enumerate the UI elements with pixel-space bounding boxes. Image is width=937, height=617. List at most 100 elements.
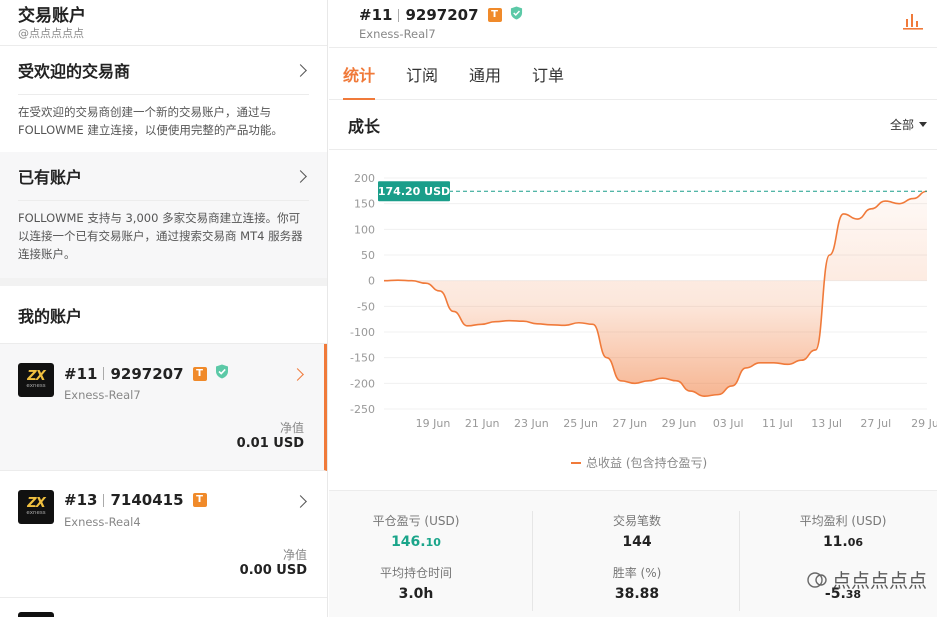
net-value-label: 净值 [279, 421, 304, 435]
x-tick-label: 27 Jun [612, 417, 647, 430]
x-tick-label: 23 Jun [514, 417, 549, 430]
winrate-label: 胜率 (%) [612, 566, 662, 580]
bar-chart-icon[interactable] [903, 12, 923, 34]
watermark: 点点点点点 [806, 566, 927, 593]
account-item[interactable]: ZX exness #13 7140415 T Exness-Real4 净值 … [0, 471, 327, 598]
closed-pl-label: 平仓盈亏 (USD) [372, 514, 460, 528]
my-accounts-header: 我的账户 [0, 286, 327, 344]
y-tick-label: 0 [368, 275, 375, 288]
y-tick-label: -100 [350, 326, 375, 339]
y-tick-label: 150 [354, 198, 375, 211]
chevron-right-icon [294, 169, 307, 183]
watermark-text: 点点点点点 [831, 570, 927, 592]
account-number: 7140415 [110, 491, 184, 509]
divider [739, 511, 740, 611]
growth-chart: 200 150 100 50 0 -50 -100 -150 -200 -250 19 Jun 21 … [329, 152, 937, 487]
divider [532, 511, 533, 611]
popular-brokers-section[interactable]: 受欢迎的交易商 在受欢迎的交易商创建一个新的交易账户，通过与 FOLLOWME … [0, 46, 327, 152]
x-tick-label: 29 Ju [911, 417, 937, 430]
exness-logo-icon: ZX exness [18, 490, 54, 524]
x-tick-label: 19 Jun [416, 417, 451, 430]
tab-orders[interactable]: 订单 [532, 48, 564, 100]
legend-label: 总收益 (包含持仓盈亏) [586, 455, 707, 470]
y-tick-label: 50 [361, 249, 375, 262]
avg-hold-value: 3.0h [398, 586, 434, 602]
x-tick-label: 27 Jul [860, 417, 891, 430]
x-tick-label: 21 Jun [465, 417, 500, 430]
y-tick-label: 200 [354, 172, 375, 185]
trades-label: 交易笔数 [612, 514, 661, 528]
account-server: Exness-Real7 [64, 388, 141, 402]
watermark-logo-icon [807, 571, 827, 588]
growth-title: 成长 [348, 116, 381, 136]
avg-profit-label: 平均盈利 (USD) [799, 514, 887, 528]
avg-hold-stat: 平均持仓时间 3.0h [326, 564, 506, 602]
section-gap [0, 278, 327, 286]
account-detail-panel: #11 9297207 T Exness-Real7 统计 订阅 通用 订单 成… [329, 0, 937, 617]
separator [103, 493, 105, 507]
account-number: 9297207 [110, 364, 184, 383]
detail-header: #11 9297207 T Exness-Real7 [329, 0, 937, 48]
tab-general[interactable]: 通用 [469, 48, 501, 100]
stats-panel: 平仓盈亏 (USD) 146.10 交易笔数 144 平均盈利 (USD) 11… [329, 490, 937, 617]
y-tick-label: -250 [350, 403, 375, 416]
trades-stat: 交易笔数 144 [547, 512, 727, 550]
accounts-header: 交易账户 @点点点点点 [0, 0, 327, 46]
chevron-right-icon [294, 495, 307, 508]
closed-pl-value: 146.10 [391, 534, 441, 550]
avg-profit-value: 11.06 [822, 534, 864, 550]
x-tick-label: 29 Jun [662, 417, 697, 430]
detail-account-number: 9297207 [405, 6, 479, 24]
trader-badge: T [487, 8, 502, 22]
trader-badge: T [192, 493, 207, 507]
x-tick-label: 25 Jun [563, 417, 598, 430]
accounts-panel: 交易账户 @点点点点点 受欢迎的交易商 在受欢迎的交易商创建一个新的交易账户，通… [0, 0, 328, 617]
separator [103, 367, 105, 380]
popular-brokers-title: 受欢迎的交易商 [18, 62, 131, 81]
y-tick-label: 100 [354, 223, 375, 236]
series-area [384, 191, 927, 397]
winrate-value: 38.88 [614, 586, 660, 602]
current-value-label: 174.20 USD [378, 185, 450, 198]
x-tick-label: 13 Jul [811, 417, 842, 430]
account-index: #13 [64, 491, 98, 509]
verified-shield-icon [510, 5, 523, 25]
caret-down-icon [919, 122, 927, 127]
growth-chart-svg: 200 150 100 50 0 -50 -100 -150 -200 -250 19 Jun 21 … [350, 172, 937, 470]
range-filter-dropdown[interactable]: 全部 [890, 116, 927, 133]
app-root: 交易账户 @点点点点点 受欢迎的交易商 在受欢迎的交易商创建一个新的交易账户，通… [0, 0, 937, 617]
existing-account-desc: FOLLOWME 支持与 3,000 多家交易商建立连接。你可以连接一个已有交易… [18, 211, 303, 261]
tab-subscriptions[interactable]: 订阅 [406, 48, 438, 100]
avg-profit-stat: 平均盈利 (USD) 11.06 [753, 512, 933, 550]
chevron-right-icon [291, 368, 304, 381]
account-server: Exness-Real4 [64, 515, 141, 529]
closed-pl-stat: 平仓盈亏 (USD) 146.10 [326, 512, 506, 550]
exness-logo-icon [18, 612, 54, 617]
user-handle: @点点点点点 [18, 27, 84, 40]
y-tick-label: -150 [350, 352, 375, 365]
page-title: 交易账户 [18, 6, 86, 26]
trader-badge: T [192, 366, 207, 381]
my-accounts-title: 我的账户 [18, 306, 83, 326]
x-tick-label: 11 Jul [762, 417, 793, 430]
existing-account-title: 已有账户 [18, 168, 83, 187]
x-tick-label: 03 Jul [713, 417, 744, 430]
popular-brokers-desc: 在受欢迎的交易商创建一个新的交易账户，通过与 FOLLOWME 建立连接，以便使… [18, 105, 283, 137]
existing-account-section[interactable]: 已有账户 FOLLOWME 支持与 3,000 多家交易商建立连接。你可以连接一… [0, 152, 327, 278]
chevron-right-icon [294, 63, 307, 77]
y-tick-label: -200 [350, 377, 375, 390]
exness-logo-icon: ZX exness [18, 363, 54, 397]
separator [398, 8, 400, 22]
winrate-stat: 胜率 (%) 38.88 [547, 564, 727, 602]
tab-statistics[interactable]: 统计 [343, 48, 376, 100]
net-value: 0.01 USD [236, 436, 304, 451]
detail-account-server: Exness-Real7 [359, 27, 436, 41]
range-filter-value: 全部 [889, 118, 914, 132]
account-index: #11 [64, 364, 98, 383]
account-item[interactable]: ZX exness #11 9297207 T Exness-Real7 净值 … [0, 344, 327, 471]
avg-hold-label: 平均持仓时间 [379, 566, 452, 580]
trades-value: 144 [622, 534, 652, 550]
net-value: 0.00 USD [239, 563, 307, 578]
growth-header: 成长 全部 [329, 100, 937, 150]
verified-shield-icon [215, 364, 229, 383]
